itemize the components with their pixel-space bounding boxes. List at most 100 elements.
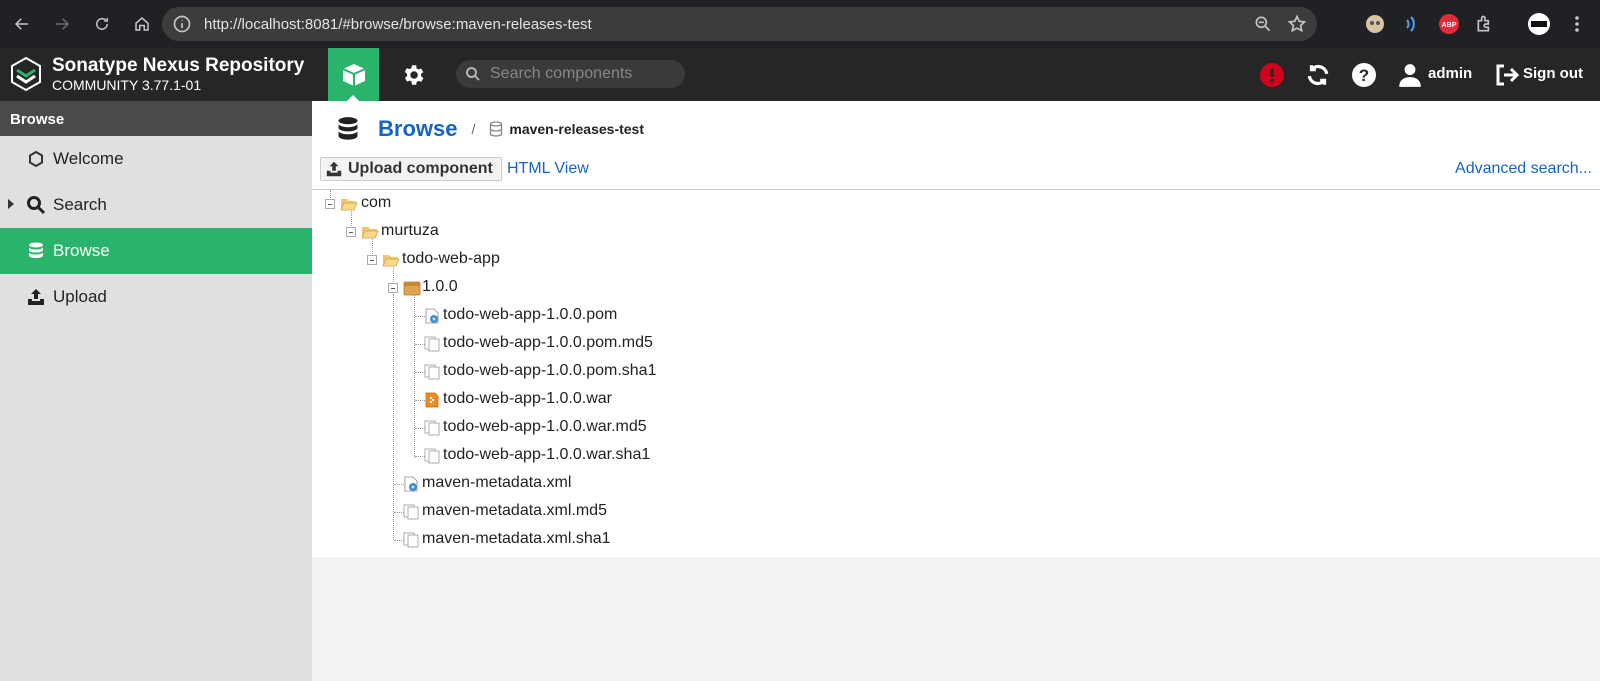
nexus-logo-icon [11, 56, 41, 92]
tree-node-label: todo-web-app-1.0.0.pom.sha1 [443, 362, 657, 379]
url-text[interactable]: http://localhost:8081/#browse/browse:mav… [204, 16, 592, 33]
folder-open-icon [361, 227, 379, 239]
sign-out-link[interactable]: Sign out [1523, 65, 1583, 82]
tree-node[interactable]: murtuza [312, 218, 1600, 246]
tree-node[interactable]: 1.0.0 [312, 274, 1600, 302]
app-header: Sonatype Nexus Repository COMMUNITY 3.77… [0, 48, 1600, 101]
extension-avatar-icon[interactable] [1362, 11, 1388, 37]
checksum-file-icon [424, 364, 440, 380]
reload-icon[interactable] [84, 6, 120, 42]
tree-node[interactable]: todo-web-app-1.0.0.war.sha1 [312, 442, 1600, 470]
browser-toolbar: http://localhost:8081/#browse/browse:mav… [0, 0, 1600, 48]
tree-node[interactable]: todo-web-app-1.0.0.war [312, 386, 1600, 414]
upload-icon [28, 289, 44, 305]
checksum-file-icon [424, 336, 440, 352]
tree-node-label: todo-web-app-1.0.0.war.md5 [443, 418, 647, 435]
tree-node[interactable]: todo-web-app-1.0.0.pom.sha1 [312, 358, 1600, 386]
tree-node-label: maven-metadata.xml.md5 [422, 502, 607, 519]
sign-out-icon[interactable] [1493, 61, 1521, 89]
database-icon [338, 117, 358, 140]
address-bar[interactable]: http://localhost:8081/#browse/browse:mav… [162, 7, 1317, 41]
tree-node-label: murtuza [381, 222, 439, 239]
component-search[interactable] [456, 60, 685, 88]
html-view-link[interactable]: HTML View [507, 160, 589, 178]
adblock-icon[interactable]: ABP [1436, 11, 1462, 37]
tree-node-label: todo-web-app-1.0.0.war.sha1 [443, 446, 651, 463]
browse-mode-button[interactable] [328, 48, 379, 101]
expand-arrow-icon[interactable] [8, 199, 14, 209]
breadcrumb-separator: / [471, 121, 476, 137]
collapse-toggle[interactable] [388, 283, 398, 293]
tree-node[interactable]: maven-metadata.xml [312, 470, 1600, 498]
refresh-icon[interactable] [1304, 61, 1332, 89]
alert-icon[interactable] [1258, 61, 1286, 89]
tree-node-label: 1.0.0 [422, 278, 458, 295]
checksum-file-icon [403, 504, 419, 520]
back-icon[interactable] [4, 6, 40, 42]
browse-toolbar: Upload component HTML View Advanced sear… [320, 157, 1592, 183]
sidebar-item-search[interactable]: Search [0, 182, 312, 228]
tree-node-label: todo-web-app-1.0.0.pom.md5 [443, 334, 653, 351]
advanced-search-link[interactable]: Advanced search... [1455, 160, 1592, 178]
brand-title: Sonatype Nexus Repository [52, 55, 305, 76]
tree-node[interactable]: com [312, 190, 1600, 218]
profile-icon[interactable] [1526, 11, 1552, 37]
forward-icon[interactable] [44, 6, 80, 42]
sidebar-item-browse[interactable]: Browse [0, 228, 312, 274]
sidebar-item-label: Browse [53, 241, 110, 260]
admin-mode-button[interactable] [390, 48, 436, 101]
checksum-file-icon [424, 420, 440, 436]
collapse-toggle[interactable] [325, 199, 335, 209]
zoom-icon[interactable] [1253, 14, 1273, 34]
archive-file-icon [425, 392, 439, 408]
upload-component-button[interactable]: Upload component [320, 157, 502, 181]
tree-node[interactable]: todo-web-app-1.0.0.pom.md5 [312, 330, 1600, 358]
database-icon [29, 242, 43, 258]
tree-node[interactable]: todo-web-app [312, 246, 1600, 274]
home-icon[interactable] [124, 6, 160, 42]
gear-icon [404, 64, 424, 85]
browse-panel: Browse / maven-releases-test Upload comp… [312, 101, 1600, 557]
main-content: Browse / maven-releases-test Upload comp… [312, 101, 1600, 681]
tree-node-label: com [361, 194, 392, 211]
extension-signal-icon[interactable] [1398, 11, 1424, 37]
svg-text:ABP: ABP [1442, 22, 1457, 29]
checksum-file-icon [403, 532, 419, 548]
extensions-puzzle-icon[interactable] [1472, 11, 1498, 37]
bookmark-star-icon[interactable] [1287, 14, 1307, 34]
sidebar-item-upload[interactable]: Upload [0, 274, 312, 320]
breadcrumb: Browse / maven-releases-test [336, 113, 644, 145]
tree-node-label: maven-metadata.xml.sha1 [422, 530, 611, 547]
tree-node[interactable]: maven-metadata.xml.md5 [312, 498, 1600, 526]
tree-node-label: todo-web-app-1.0.0.war [443, 390, 612, 407]
help-icon[interactable]: ? [1350, 61, 1378, 89]
tree-node-label: todo-web-app [402, 250, 500, 267]
package-icon [403, 281, 421, 296]
collapse-toggle[interactable] [367, 255, 377, 265]
page-title[interactable]: Browse [378, 116, 457, 142]
user-icon[interactable] [1396, 61, 1424, 89]
repository-icon [490, 121, 503, 137]
xml-file-icon [404, 476, 418, 492]
search-input[interactable] [488, 64, 678, 84]
tree-node[interactable]: todo-web-app-1.0.0.pom [312, 302, 1600, 330]
username[interactable]: admin [1428, 65, 1472, 82]
upload-icon [326, 161, 342, 177]
folder-open-icon [382, 255, 400, 267]
site-info-icon[interactable] [172, 14, 192, 34]
upload-component-label: Upload component [348, 160, 493, 177]
menu-kebab-icon[interactable] [1564, 11, 1590, 37]
sidebar-item-label: Upload [53, 287, 107, 306]
brand-version: COMMUNITY 3.77.1-01 [52, 77, 202, 93]
repository-name: maven-releases-test [509, 121, 645, 137]
tree-node-label: maven-metadata.xml [422, 474, 572, 491]
tree-node-label: todo-web-app-1.0.0.pom [443, 306, 618, 323]
folder-open-icon [340, 199, 358, 211]
tree-node[interactable]: maven-metadata.xml.sha1 [312, 526, 1600, 554]
sidebar: Browse Welcome Search Browse Upload [0, 101, 312, 681]
sidebar-item-label: Welcome [53, 149, 124, 168]
collapse-toggle[interactable] [346, 227, 356, 237]
tree-node[interactable]: todo-web-app-1.0.0.war.md5 [312, 414, 1600, 442]
sidebar-item-label: Search [53, 195, 107, 214]
sidebar-item-welcome[interactable]: Welcome [0, 136, 312, 182]
